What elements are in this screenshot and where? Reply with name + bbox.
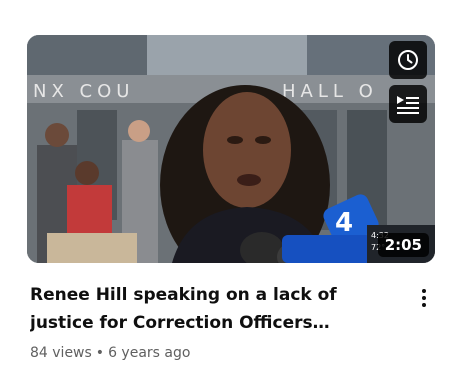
meta-separator: • bbox=[95, 345, 105, 361]
watch-later-button[interactable] bbox=[389, 41, 427, 79]
view-count: 84 views bbox=[30, 345, 92, 361]
queue-icon bbox=[397, 96, 419, 114]
building-sign-left: NX COU bbox=[33, 81, 134, 102]
video-metadata: 84 views • 6 years ago bbox=[30, 343, 190, 363]
mic-logo: 4 bbox=[335, 208, 353, 238]
thumbnail-scene: NX COU HALL O 4 bbox=[27, 35, 435, 263]
upload-age: 6 years ago bbox=[108, 345, 191, 361]
video-card[interactable]: NX COU HALL O 4 2:05 Renee Hill speaking… bbox=[0, 0, 470, 390]
more-actions-button[interactable] bbox=[410, 284, 438, 312]
video-title[interactable]: Renee Hill speaking on a lack of justice… bbox=[30, 281, 400, 337]
add-to-queue-button[interactable] bbox=[389, 85, 427, 123]
clock-icon bbox=[398, 50, 418, 70]
video-thumbnail[interactable]: NX COU HALL O 4 2:05 bbox=[27, 35, 435, 263]
kebab-icon-dot bbox=[422, 289, 426, 293]
building-sign-right: HALL O bbox=[282, 81, 378, 102]
kebab-icon-dot bbox=[422, 296, 426, 300]
kebab-icon-dot bbox=[422, 303, 426, 307]
duration-badge: 2:05 bbox=[377, 233, 429, 257]
